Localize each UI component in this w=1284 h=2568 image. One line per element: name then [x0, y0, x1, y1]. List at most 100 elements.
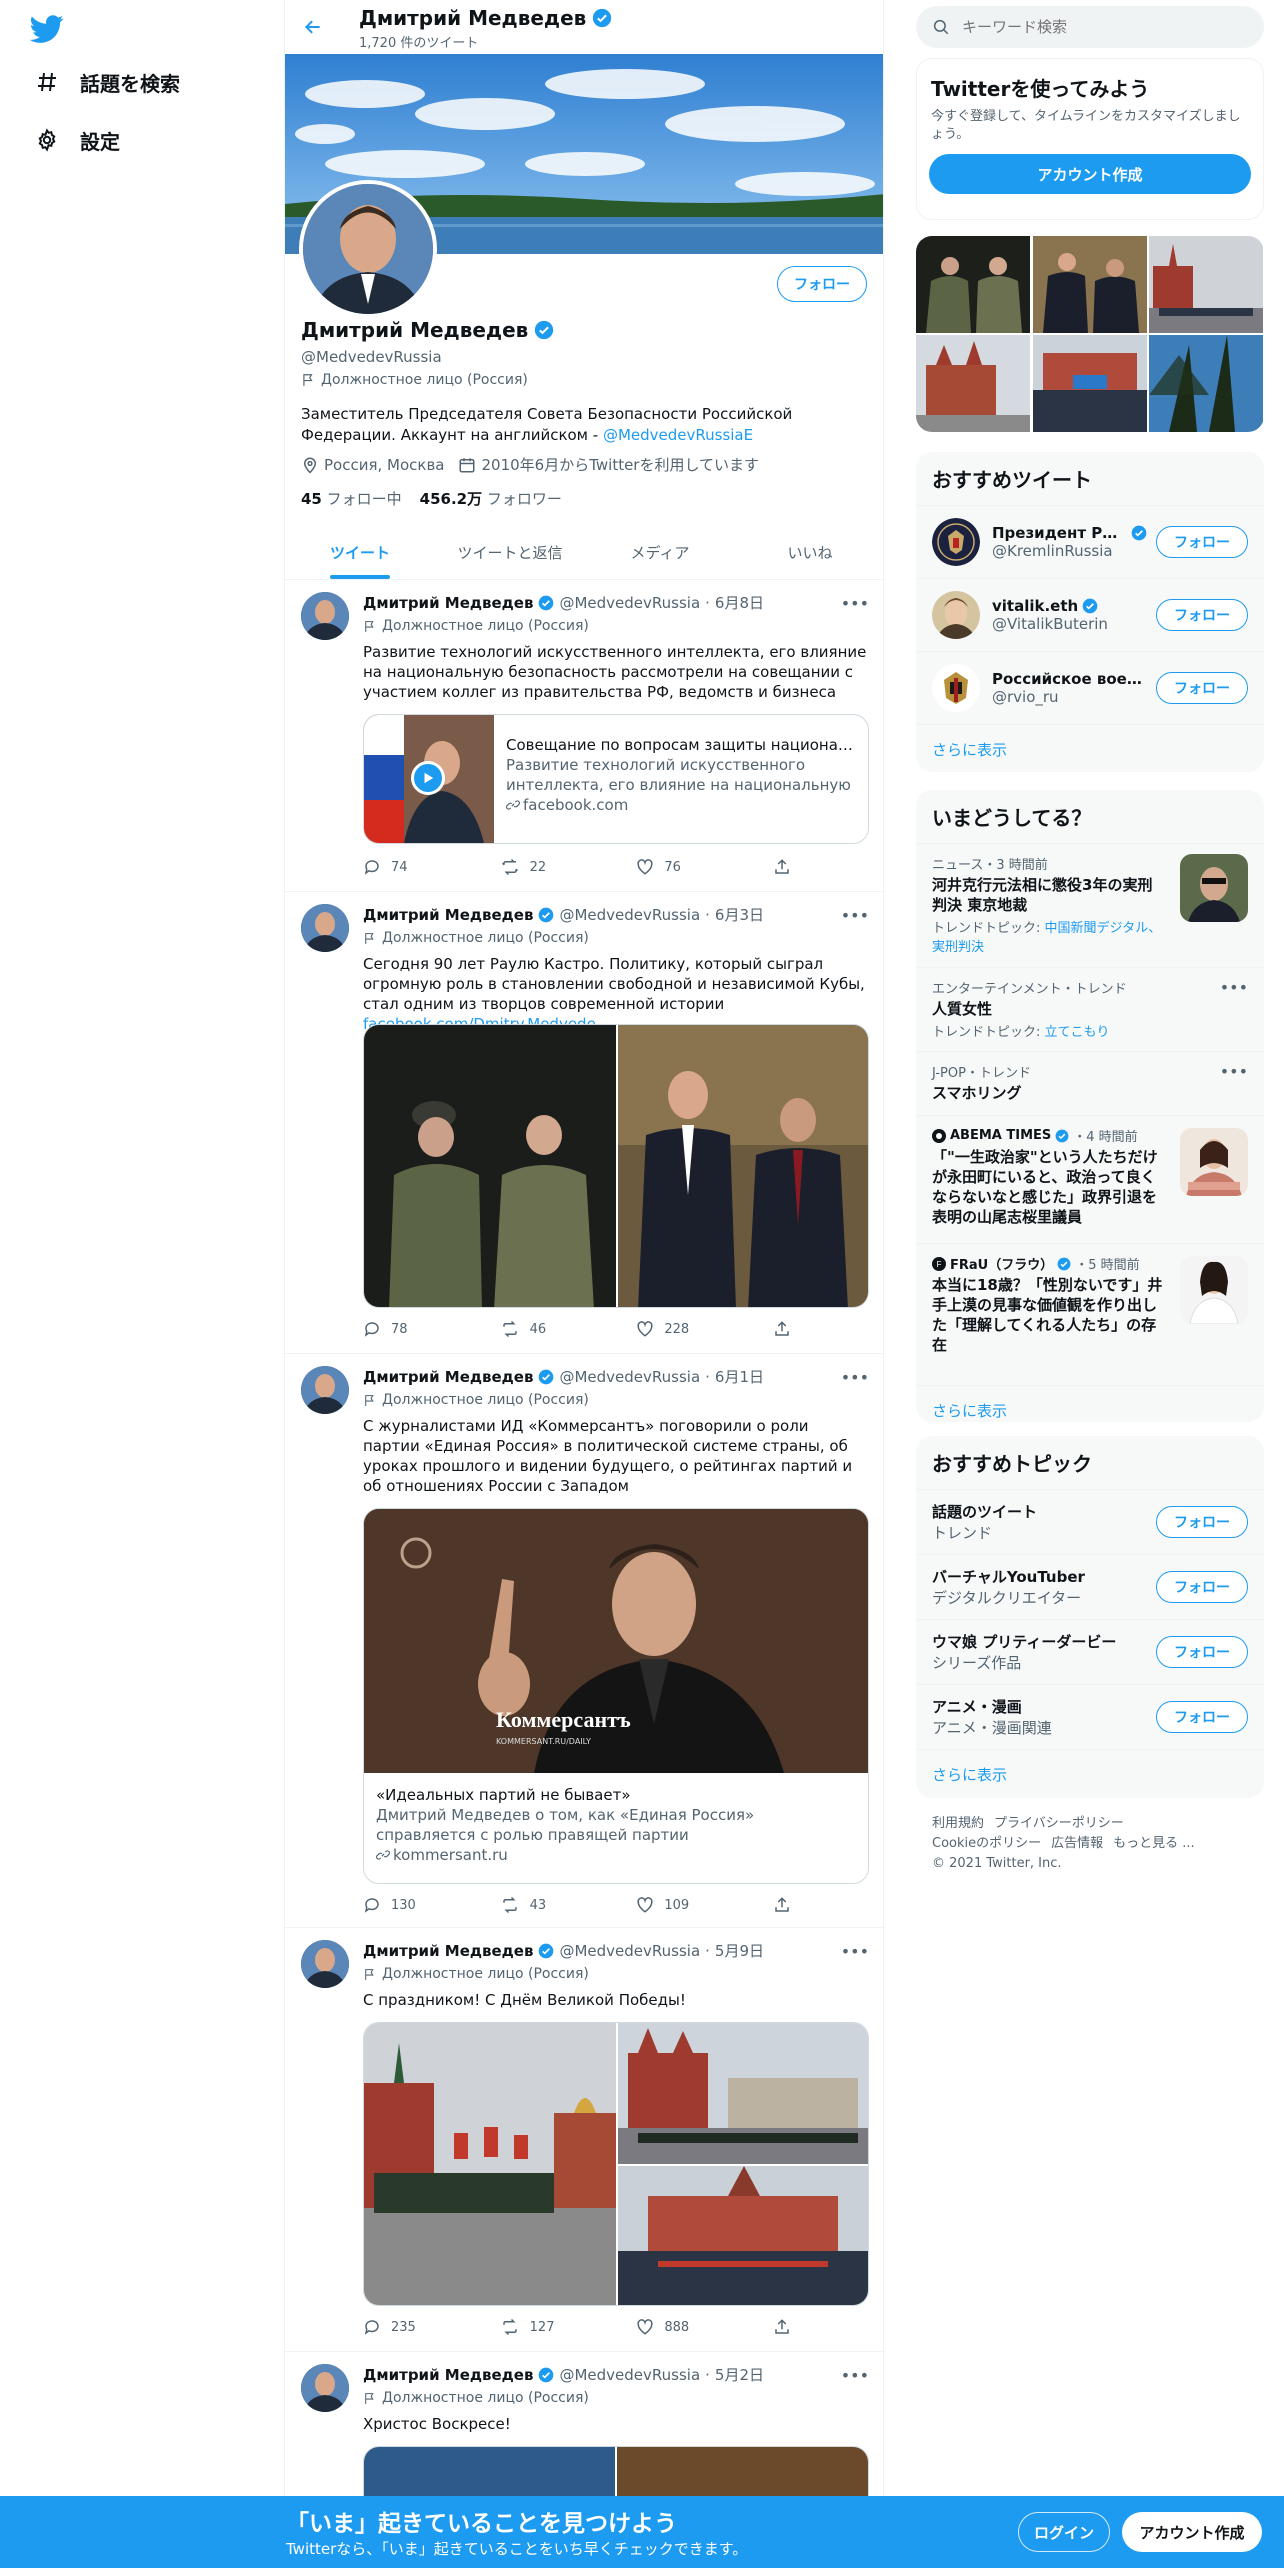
tab-tweets[interactable]: ツイート — [285, 526, 435, 579]
footer-link[interactable]: もっと見る ... — [1113, 1836, 1195, 1851]
like-button[interactable]: 76 — [636, 858, 726, 876]
footer-link[interactable]: 広告情報 — [1051, 1836, 1103, 1851]
tab-likes[interactable]: いいね — [735, 526, 883, 579]
tweet-avatar[interactable] — [301, 904, 349, 952]
like-button[interactable]: 888 — [636, 2318, 726, 2336]
more-options-icon[interactable]: ••• — [1220, 978, 1248, 997]
share-button[interactable] — [773, 2318, 803, 2336]
topic-item[interactable]: アニメ・漫画 アニメ・漫画関連 フォロー — [916, 1684, 1264, 1749]
tab-tweets-replies[interactable]: ツイートと返信 — [435, 526, 585, 579]
follow-button[interactable]: フォロー — [1156, 672, 1248, 704]
topic-item[interactable]: ウマ娘 プリティーダービー シリーズ作品 フォロー — [916, 1619, 1264, 1684]
avatar[interactable] — [932, 664, 980, 712]
topic-item[interactable]: 話題のツイート トレンド フォロー — [916, 1489, 1264, 1554]
link-card[interactable]: Коммерсантъ KOMMERSANT.RU/DAILY «Идеальн… — [363, 1508, 869, 1884]
tweet-photo[interactable] — [618, 2023, 868, 2164]
retweet-button[interactable]: 43 — [500, 1896, 590, 1914]
tweet-avatar[interactable] — [301, 2364, 349, 2412]
retweet-button[interactable]: 127 — [500, 2318, 590, 2336]
followers-link[interactable]: 456.2万 フォロワー — [420, 488, 562, 509]
nav-settings[interactable]: 設定 — [34, 118, 120, 162]
show-more-link[interactable]: さらに表示 — [916, 1749, 1264, 1798]
following-link[interactable]: 45 フォロー中 — [301, 488, 402, 509]
news-item[interactable]: ABEMA TIMES ・4 時間前 「"一生政治家"という人たちだけが永田町に… — [916, 1115, 1264, 1243]
tab-media[interactable]: メディア — [585, 526, 735, 579]
more-options-icon[interactable]: ••• — [841, 1368, 869, 1387]
media-thumb[interactable] — [1032, 335, 1148, 432]
media-thumb[interactable] — [1149, 236, 1264, 333]
play-button-icon[interactable] — [411, 761, 445, 795]
media-thumb[interactable] — [916, 335, 1031, 432]
like-button[interactable]: 228 — [636, 1320, 726, 1338]
trend-item[interactable]: エンターテインメント・トレンド 人質女性 トレンドトピック: 立てこもり ••• — [916, 967, 1264, 1051]
tweet-avatar[interactable] — [301, 1940, 349, 1988]
footer-link[interactable]: Cookieのポリシー — [932, 1836, 1041, 1851]
follow-suggestion[interactable]: vitalik.eth @VitalikButerin フォロー — [916, 578, 1264, 651]
nav-explore[interactable]: 話題を検索 — [34, 60, 180, 104]
tweet-date[interactable]: 5月2日 — [715, 2364, 764, 2385]
share-button[interactable] — [773, 858, 803, 876]
tweet-date[interactable]: 6月3日 — [715, 904, 764, 925]
tweet-date[interactable]: 5月9日 — [715, 1940, 764, 1961]
topic-follow-button[interactable]: フォロー — [1156, 1506, 1248, 1538]
tweet-photo[interactable] — [364, 1025, 616, 1307]
reply-button[interactable]: 74 — [363, 858, 453, 876]
reply-button[interactable]: 130 — [363, 1896, 453, 1914]
like-button[interactable]: 109 — [636, 1896, 726, 1914]
more-options-icon[interactable]: ••• — [841, 1942, 869, 1961]
tweet[interactable]: Дмитрий Медведев @MedvedevRussia · 6月8日 ••… — [285, 580, 883, 892]
more-options-icon[interactable]: ••• — [1220, 1062, 1248, 1081]
footer-link[interactable]: 利用規約 — [932, 1816, 984, 1831]
reply-button[interactable]: 78 — [363, 1320, 453, 1338]
signup-button[interactable]: アカウント作成 — [1122, 2512, 1262, 2552]
twitter-logo-icon[interactable] — [30, 12, 64, 46]
share-button[interactable] — [773, 1320, 803, 1338]
more-options-icon[interactable]: ••• — [841, 906, 869, 925]
tweet[interactable]: Дмитрий Медведев @MedvedevRussia · 5月9日 ••… — [285, 1928, 883, 2352]
tweet-avatar[interactable] — [301, 1366, 349, 1414]
topic-follow-button[interactable]: フォロー — [1156, 1701, 1248, 1733]
avatar[interactable] — [932, 591, 980, 639]
more-options-icon[interactable]: ••• — [841, 2366, 869, 2385]
tweet[interactable]: Дмитрий Медведев @MedvedevRussia · 6月1日 ••… — [285, 1354, 883, 1928]
reply-button[interactable]: 235 — [363, 2318, 453, 2336]
show-more-link[interactable]: さらに表示 — [916, 1385, 1264, 1422]
tweet-photo[interactable] — [364, 2023, 616, 2305]
tweet-date[interactable]: 6月8日 — [715, 592, 764, 613]
topic-follow-button[interactable]: フォロー — [1156, 1571, 1248, 1603]
link-card[interactable]: Совещание по вопросам защиты национальны… — [363, 714, 869, 844]
profile-avatar[interactable] — [299, 180, 437, 318]
tweet-avatar[interactable] — [301, 592, 349, 640]
more-options-icon[interactable]: ••• — [841, 594, 869, 613]
tweet[interactable]: Дмитрий Медведев @MedvedevRussia · 6月3日 ••… — [285, 892, 883, 1354]
topic-follow-button[interactable]: フォロー — [1156, 1636, 1248, 1668]
avatar[interactable] — [932, 518, 980, 566]
search-bar[interactable] — [916, 6, 1264, 48]
tweet-photo[interactable] — [618, 1025, 868, 1307]
create-account-button[interactable]: アカウント作成 — [929, 154, 1251, 194]
media-thumb[interactable] — [1149, 335, 1264, 432]
retweet-button[interactable]: 22 — [500, 858, 590, 876]
login-button[interactable]: ログイン — [1018, 2512, 1110, 2552]
media-thumb[interactable] — [1032, 236, 1148, 333]
back-arrow-icon[interactable] — [299, 13, 327, 41]
tweet-photo[interactable] — [618, 2166, 868, 2305]
retweet-button[interactable]: 46 — [500, 1320, 590, 1338]
follow-suggestion[interactable]: Российское военное ист... @rvio_ru フォロー — [916, 651, 1264, 724]
share-button[interactable] — [773, 1896, 803, 1914]
footer-link[interactable]: プライバシーポリシー — [994, 1816, 1124, 1831]
profile-follow-button[interactable]: フォロー — [777, 266, 867, 302]
trend-item[interactable]: J-POP・トレンド スマホリング ••• — [916, 1051, 1264, 1115]
show-more-link[interactable]: さらに表示 — [916, 724, 1264, 772]
follow-button[interactable]: フォロー — [1156, 526, 1248, 558]
bio-link[interactable]: @MedvedevRussiaE — [603, 426, 753, 444]
news-item[interactable]: F FRaU（フラウ） ・5 時間前 本当に18歳？「性別ないです」井手上漠の見… — [916, 1243, 1264, 1385]
topic-item[interactable]: バーチャルYouTuber デジタルクリエイター フォロー — [916, 1554, 1264, 1619]
trend-item[interactable]: ニュース・3 時間前 河井克行元法相に懲役3年の実刑判決 東京地裁 トレンドトピ… — [916, 843, 1264, 967]
search-input[interactable] — [962, 18, 1242, 36]
follow-button[interactable]: フォロー — [1156, 599, 1248, 631]
tweet-date[interactable]: 6月1日 — [715, 1366, 764, 1387]
retweet-icon — [500, 1320, 520, 1338]
media-thumb[interactable] — [916, 236, 1031, 333]
follow-suggestion[interactable]: Президент России @KremlinRussia フォロー — [916, 505, 1264, 578]
